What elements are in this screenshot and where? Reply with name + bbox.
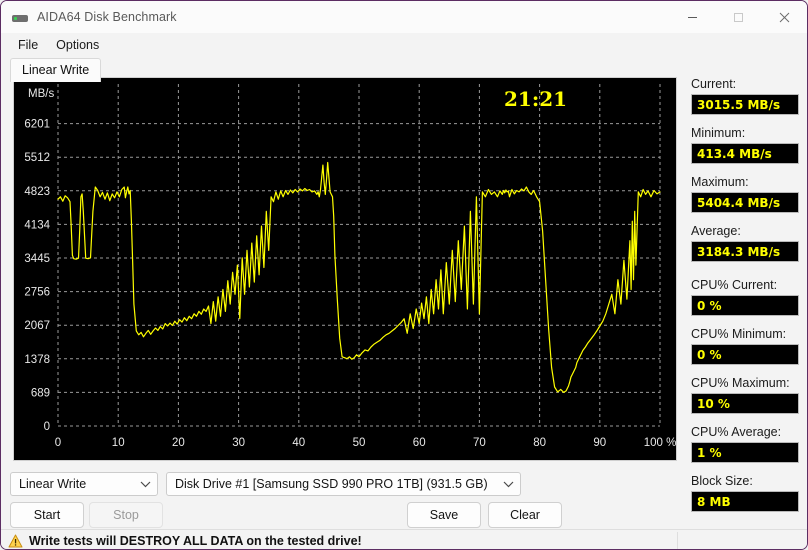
stat-value-cpu-minimum: 0 % [697,347,722,362]
chevron-down-icon [140,481,151,487]
minimize-button[interactable] [669,1,715,33]
stop-button: Stop [89,502,163,528]
stat-label-cpu-current: CPU% Current: [691,278,778,292]
statistics-panel: Current: 3015.5 MB/s Minimum: 413.4 MB/s Max… [691,77,799,523]
warning-triangle-icon [8,534,23,548]
x-tick-label: 90 [593,437,606,449]
clear-button[interactable]: Clear [488,502,562,528]
stat-value-current: 3015.5 MB/s [697,97,781,112]
stat-label-minimum: Minimum: [691,126,746,140]
stat-value-cpu-maximum: 10 % [697,396,730,411]
stat-label-cpu-minimum: CPU% Minimum: [691,327,787,341]
stat-value-minimum: 413.4 MB/s [697,146,772,161]
title-bar: AIDA64 Disk Benchmark [1,1,807,33]
x-tick-label: 70 [473,437,486,449]
stat-value-average: 3184.3 MB/s [697,244,781,259]
x-tick-label: 50 [353,437,366,449]
stat-value-box-minimum: 413.4 MB/s [691,143,799,164]
close-button[interactable] [761,1,807,33]
y-tick-label: 5512 [24,152,50,164]
chart-background [14,78,676,460]
stat-value-cpu-current: 0 % [697,298,722,313]
y-tick-label: 6201 [24,119,50,131]
tab-linear-write[interactable]: Linear Write [10,58,102,82]
x-tick-label: 20 [172,437,185,449]
start-button[interactable]: Start [10,502,84,528]
benchmark-mode-select[interactable]: Linear Write [10,472,158,496]
x-tick-label: 100 % [644,437,676,449]
drive-select[interactable]: Disk Drive #1 [Samsung SSD 990 PRO 1TB] … [166,472,521,496]
stat-label-cpu-average: CPU% Average: [691,425,782,439]
x-tick-label: 80 [533,437,546,449]
status-bar: Write tests will DESTROY ALL DATA on the… [1,529,807,549]
x-tick-label: 60 [413,437,426,449]
menu-item-file[interactable]: File [9,35,47,55]
stat-value-box-cpu-average: 1 % [691,442,799,463]
stat-value-box-current: 3015.5 MB/s [691,94,799,115]
x-tick-label: 0 [55,437,61,449]
x-tick-label: 30 [232,437,245,449]
save-button[interactable]: Save [407,502,481,528]
stat-label-average: Average: [691,224,741,238]
stat-value-box-maximum: 5404.4 MB/s [691,192,799,213]
stat-value-box-cpu-maximum: 10 % [691,393,799,414]
stat-label-cpu-maximum: CPU% Maximum: [691,376,790,390]
y-tick-label: 2756 [24,287,50,299]
maximize-button[interactable] [715,1,761,33]
y-tick-label: 689 [31,387,50,399]
menu-item-options[interactable]: Options [47,35,108,55]
drive-select-value: Disk Drive #1 [Samsung SSD 990 PRO 1TB] … [175,477,488,491]
stat-value-cpu-average: 1 % [697,445,722,460]
benchmark-mode-value: Linear Write [19,477,87,491]
main-content: 0 689 1378 2067 2756 3445 4134 4823 5512 6201 0 10… [1,77,807,512]
x-tick-label: 40 [292,437,305,449]
stat-label-maximum: Maximum: [691,175,749,189]
x-tick-label: 10 [112,437,125,449]
menu-bar: File Options [1,33,807,57]
chart-y-axis-label: MB/s [28,88,54,100]
y-tick-label: 4134 [24,219,50,231]
stat-value-box-average: 3184.3 MB/s [691,241,799,262]
y-tick-label: 2067 [24,320,50,332]
status-message: Write tests will DESTROY ALL DATA on the… [29,533,362,548]
chart-timer: 21:21 [504,87,567,111]
window-controls [669,1,807,33]
y-tick-label: 0 [44,421,50,433]
benchmark-chart: 0 689 1378 2067 2756 3445 4134 4823 5512 6201 0 10… [13,77,677,461]
window-title: AIDA64 Disk Benchmark [37,10,177,24]
stat-value-box-cpu-minimum: 0 % [691,344,799,365]
controls-bar: Linear Write Disk Drive #1 [Samsung SSD … [1,469,807,529]
y-tick-label: 1378 [24,354,50,366]
disk-drive-icon [12,9,28,25]
y-tick-label: 4823 [24,186,50,198]
chart-svg: 0 689 1378 2067 2756 3445 4134 4823 5512 6201 0 10… [14,78,676,460]
app-window: AIDA64 Disk Benchmark File Options Linea… [0,0,808,550]
chevron-down-icon [503,481,514,487]
stat-value-maximum: 5404.4 MB/s [697,195,781,210]
status-divider [677,532,678,549]
y-tick-label: 3445 [24,253,50,265]
stat-value-box-cpu-current: 0 % [691,295,799,316]
stat-label-current: Current: [691,77,737,91]
